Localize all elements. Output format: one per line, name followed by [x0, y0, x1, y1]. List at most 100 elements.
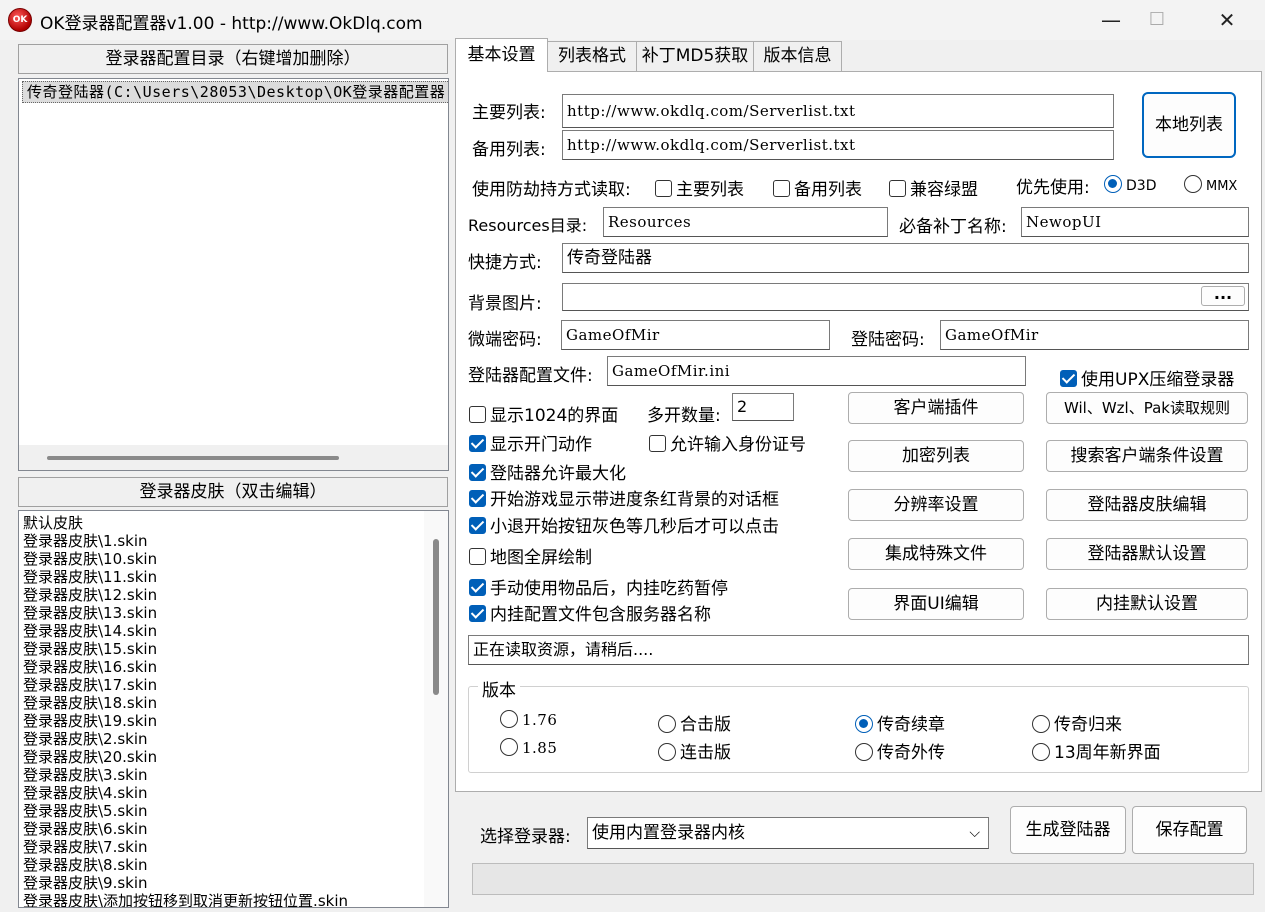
- config-dir-item[interactable]: 传奇登陆器(C:\Users\28053\Desktop\OK登录器配置器: [22, 81, 448, 103]
- skin-list[interactable]: 默认皮肤 登录器皮肤\1.skin 登录器皮肤\10.skin 登录器皮肤\11.sk…: [18, 510, 449, 908]
- mmx-radio[interactable]: MMX: [1184, 175, 1237, 194]
- radio-icon: [500, 710, 518, 728]
- encrypt-list-button[interactable]: 加密列表: [848, 440, 1024, 472]
- version-radio-lianji[interactable]: 连击版: [658, 738, 731, 763]
- skin-list-item[interactable]: 登录器皮肤\15.skin: [19, 640, 448, 658]
- upx-checkbox[interactable]: 使用UPX压缩登录器: [1060, 365, 1234, 390]
- special-files-button[interactable]: 集成特殊文件: [848, 538, 1024, 570]
- ui-edit-button[interactable]: 界面UI编辑: [848, 588, 1024, 620]
- multi-open-label: 多开数量:: [647, 406, 721, 426]
- vertical-scrollbar[interactable]: [424, 511, 448, 907]
- d3d-radio[interactable]: D3D: [1104, 175, 1156, 194]
- maximize-icon[interactable]: ☐: [1134, 0, 1180, 40]
- skin-list-item[interactable]: 登录器皮肤\8.skin: [19, 856, 448, 874]
- resources-input[interactable]: Resources: [603, 207, 888, 237]
- generate-launcher-button[interactable]: 生成登陆器: [1010, 806, 1126, 854]
- shortcut-label: 快捷方式:: [468, 253, 542, 273]
- skin-list-item[interactable]: 登录器皮肤\4.skin: [19, 784, 448, 802]
- fullscreen-map-checkbox[interactable]: 地图全屏绘制: [469, 543, 592, 568]
- horizontal-scrollbar[interactable]: [19, 445, 448, 470]
- skin-list-item[interactable]: 登录器皮肤\16.skin: [19, 658, 448, 676]
- skin-edit-button[interactable]: 登陆器皮肤编辑: [1046, 489, 1248, 521]
- save-config-button[interactable]: 保存配置: [1132, 806, 1247, 854]
- skin-list-item[interactable]: 登录器皮肤\11.skin: [19, 568, 448, 586]
- main-list-input[interactable]: http://www.okdlq.com/Serverlist.txt: [562, 94, 1114, 128]
- micro-password-input[interactable]: GameOfMir: [561, 320, 830, 350]
- multi-open-input[interactable]: 2: [732, 393, 794, 421]
- radio-icon: [658, 715, 676, 733]
- anti-hijack-label: 使用防劫持方式读取:: [472, 180, 631, 200]
- skin-list-item[interactable]: 登录器皮肤\14.skin: [19, 622, 448, 640]
- launcher-select[interactable]: 使用内置登录器内核 ⌵: [587, 817, 989, 849]
- skin-list-item[interactable]: 登录器皮肤\6.skin: [19, 820, 448, 838]
- allow-maximize-checkbox[interactable]: 登陆器允许最大化: [469, 459, 626, 484]
- patch-name-input[interactable]: NewopUI: [1021, 207, 1249, 237]
- skin-list-item[interactable]: 登录器皮肤\3.skin: [19, 766, 448, 784]
- server-name-checkbox[interactable]: 内挂配置文件包含服务器名称: [469, 600, 711, 625]
- close-icon[interactable]: ✕: [1204, 0, 1250, 40]
- tab-version-info[interactable]: 版本信息: [753, 41, 842, 71]
- local-list-button[interactable]: 本地列表: [1142, 92, 1236, 158]
- shortcut-input[interactable]: 传奇登陆器: [562, 243, 1249, 273]
- progress-dialog-checkbox[interactable]: 开始游戏显示带进度条红背景的对话框: [469, 485, 779, 510]
- version-radio-176[interactable]: 1.76: [500, 710, 557, 730]
- pause-potion-checkbox[interactable]: 手动使用物品后，内挂吃药暂停: [469, 574, 728, 599]
- id-number-checkbox[interactable]: 允许输入身份证号: [649, 430, 806, 455]
- skin-list-item[interactable]: 登录器皮肤\1.skin: [19, 532, 448, 550]
- skin-list-item[interactable]: 登录器皮肤\7.skin: [19, 838, 448, 856]
- default-settings-button[interactable]: 登陆器默认设置: [1046, 538, 1248, 570]
- checkbox-icon: [469, 435, 486, 452]
- version-radio-13th[interactable]: 13周年新界面: [1032, 738, 1161, 763]
- skin-list-item[interactable]: 登录器皮肤\18.skin: [19, 694, 448, 712]
- skin-list-item[interactable]: 登录器皮肤\2.skin: [19, 730, 448, 748]
- checkbox-icon: [469, 490, 486, 507]
- backup-list-input[interactable]: http://www.okdlq.com/Serverlist.txt: [562, 130, 1114, 160]
- login-password-input[interactable]: GameOfMir: [940, 320, 1249, 350]
- skin-list-item[interactable]: 登录器皮肤\17.skin: [19, 676, 448, 694]
- config-file-label: 登陆器配置文件:: [468, 366, 593, 386]
- browse-button[interactable]: ...: [1201, 286, 1245, 306]
- skin-list-item[interactable]: 登录器皮肤\12.skin: [19, 586, 448, 604]
- tab-basic-settings[interactable]: 基本设置: [455, 38, 548, 72]
- radio-icon: [1104, 175, 1122, 193]
- version-radio-185[interactable]: 1.85: [500, 738, 557, 758]
- backup-list-checkbox[interactable]: 备用列表: [773, 175, 862, 200]
- version-radio-heji[interactable]: 合击版: [658, 710, 731, 735]
- tab-patch-md5[interactable]: 补丁MD5获取: [636, 41, 754, 71]
- scrollbar-thumb[interactable]: [433, 539, 439, 695]
- radio-icon: [500, 738, 518, 756]
- checkbox-icon: [773, 180, 790, 197]
- scrollbar-thumb[interactable]: [47, 456, 339, 460]
- micro-password-label: 微端密码:: [468, 330, 542, 350]
- door-animation-checkbox[interactable]: 显示开门动作: [469, 430, 592, 455]
- client-plugin-button[interactable]: 客户端插件: [848, 392, 1024, 424]
- skin-list-item[interactable]: 登录器皮肤\13.skin: [19, 604, 448, 622]
- skin-list-item[interactable]: 登录器皮肤\添加按钮移到取消更新按钮位置.skin: [19, 892, 448, 907]
- skin-list-item[interactable]: 登录器皮肤\10.skin: [19, 550, 448, 568]
- skin-list-item[interactable]: 登录器皮肤\19.skin: [19, 712, 448, 730]
- compat-checkbox[interactable]: 兼容绿盟: [889, 175, 978, 200]
- config-dir-list[interactable]: 传奇登陆器(C:\Users\28053\Desktop\OK登录器配置器: [18, 78, 449, 471]
- status-text: 正在读取资源，请稍后....: [468, 635, 1249, 665]
- version-radio-guilai[interactable]: 传奇归来: [1032, 710, 1122, 735]
- show-1024-checkbox[interactable]: 显示1024的界面: [469, 401, 618, 426]
- version-radio-waizhuan[interactable]: 传奇外传: [855, 738, 945, 763]
- chevron-down-icon: ⌵: [969, 825, 980, 841]
- config-file-input[interactable]: GameOfMir.ini: [607, 356, 1026, 386]
- search-client-button[interactable]: 搜索客户端条件设置: [1046, 440, 1248, 472]
- tab-list-format[interactable]: 列表格式: [547, 41, 637, 71]
- minimize-icon[interactable]: —: [1088, 0, 1134, 40]
- background-image-input[interactable]: [562, 283, 1249, 311]
- skin-list-item[interactable]: 登录器皮肤\20.skin: [19, 748, 448, 766]
- skin-list-item[interactable]: 默认皮肤: [19, 514, 448, 532]
- version-radio-xuzhang[interactable]: 传奇续章: [855, 710, 945, 735]
- main-list-checkbox[interactable]: 主要列表: [655, 175, 744, 200]
- skin-list-item[interactable]: 登录器皮肤\5.skin: [19, 802, 448, 820]
- select-launcher-label: 选择登录器:: [480, 827, 571, 847]
- wil-rules-button[interactable]: Wil、Wzl、Pak读取规则: [1046, 392, 1248, 424]
- checkbox-icon: [1060, 370, 1077, 387]
- skin-list-item[interactable]: 登录器皮肤\9.skin: [19, 874, 448, 892]
- resolution-button[interactable]: 分辨率设置: [848, 489, 1024, 521]
- gray-button-checkbox[interactable]: 小退开始按钮灰色等几秒后才可以点击: [469, 512, 779, 537]
- plugin-default-button[interactable]: 内挂默认设置: [1046, 588, 1248, 620]
